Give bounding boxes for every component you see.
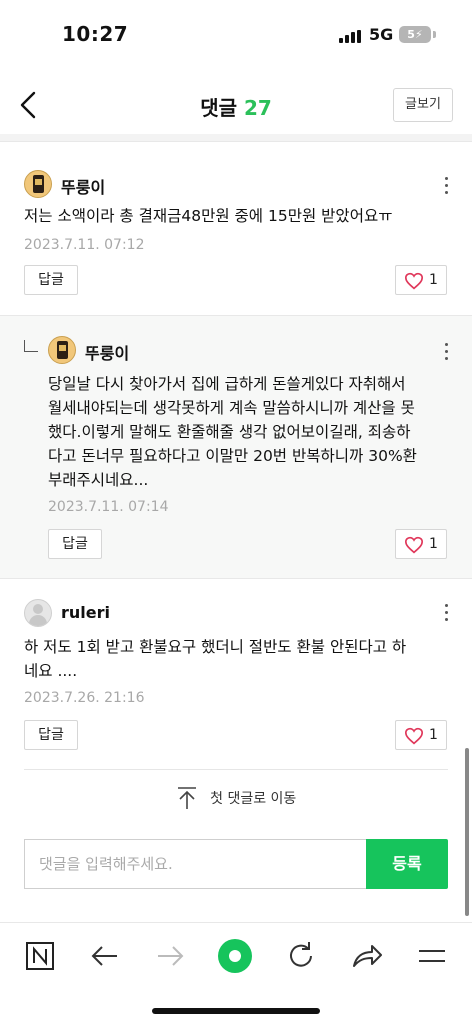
comment-text: 당일날 다시 찾아가서 집에 급하게 돈쓸게있다 자취해서 월세내야되는데 생각… <box>48 375 417 489</box>
naver-n-icon <box>26 942 54 970</box>
comments-header: 댓글 27 글보기 <box>0 76 472 134</box>
heart-icon <box>404 727 424 745</box>
reply-button[interactable]: 답글 <box>24 720 78 750</box>
comment-author[interactable]: ruleri <box>61 603 110 622</box>
comment-input[interactable] <box>24 839 366 889</box>
divider <box>24 769 448 770</box>
page-title-label: 댓글 <box>200 96 237 120</box>
arrow-up-icon <box>177 787 196 809</box>
battery-level: 5 <box>407 28 415 41</box>
avatar[interactable] <box>24 170 52 198</box>
comment-count: 27 <box>243 96 272 120</box>
home-indicator <box>152 1008 320 1014</box>
comment-author[interactable]: 뚜룽이 <box>61 174 105 198</box>
back-arrow-icon <box>91 946 117 966</box>
naver-home-button[interactable] <box>21 937 59 975</box>
default-avatar-icon[interactable] <box>24 599 52 627</box>
heart-icon <box>404 536 424 554</box>
like-button[interactable]: 1 <box>395 529 447 559</box>
battery-icon: 5⚡ <box>399 26 431 43</box>
green-dot-icon <box>218 939 252 973</box>
forward-nav-button[interactable] <box>151 937 189 975</box>
status-bar: 10:27 5G 5⚡ <box>0 0 472 70</box>
submit-button[interactable]: 등록 <box>366 839 448 889</box>
goto-first-label: 첫 댓글로 이동 <box>210 791 297 807</box>
browser-toolbar <box>0 922 472 988</box>
comment-date: 2023.7.26. 21:16 <box>24 690 145 706</box>
battery-cap <box>433 31 436 38</box>
header-divider <box>0 134 472 142</box>
like-count: 1 <box>429 727 438 743</box>
back-nav-button[interactable] <box>86 937 124 975</box>
comment-text: 저는 소액이라 총 결재금48만원 중에 15만원 받았어요ㅠ <box>24 207 393 225</box>
more-options-icon[interactable] <box>436 601 456 625</box>
comment-date: 2023.7.11. 07:14 <box>48 499 169 515</box>
network-type: 5G <box>369 25 394 44</box>
more-options-icon[interactable] <box>436 174 456 198</box>
share-button[interactable] <box>348 937 386 975</box>
signal-icon <box>339 30 361 43</box>
forward-arrow-icon <box>158 946 184 966</box>
menu-icon <box>419 950 445 962</box>
post-view-button[interactable]: 글보기 <box>393 88 453 122</box>
share-icon <box>353 945 382 967</box>
like-button[interactable]: 1 <box>395 720 447 750</box>
status-time: 10:27 <box>62 22 129 46</box>
like-count: 1 <box>429 272 438 288</box>
comment-author[interactable]: 뚜룽이 <box>85 340 129 364</box>
refresh-icon <box>290 942 312 967</box>
reply-comment-item: 뚜룽이 당일날 다시 찾아가서 집에 급하게 돈쓸게있다 자취해서 월세내야되는… <box>0 315 472 579</box>
goto-first-comment-button[interactable]: 첫 댓글로 이동 <box>0 786 472 812</box>
avatar[interactable] <box>48 336 76 364</box>
comment-item: 뚜룽이 저는 소액이라 총 결재금48만원 중에 15만원 받았어요ㅠ 2023… <box>0 160 472 315</box>
like-count: 1 <box>429 536 438 552</box>
like-button[interactable]: 1 <box>395 265 447 295</box>
refresh-button[interactable] <box>282 937 320 975</box>
menu-button[interactable] <box>413 937 451 975</box>
comment-item: ruleri 하 저도 1회 받고 환불요구 했더니 절반도 환불 안된다고 하… <box>0 579 472 769</box>
comment-text: 하 저도 1회 받고 환불요구 했더니 절반도 환불 안된다고 하 네요 ...… <box>24 638 407 680</box>
reply-button[interactable]: 답글 <box>24 265 78 295</box>
green-dot-button[interactable] <box>216 937 254 975</box>
reply-button[interactable]: 답글 <box>48 529 102 559</box>
more-options-icon[interactable] <box>436 340 456 364</box>
comment-date: 2023.7.11. 07:12 <box>24 237 145 253</box>
reply-arrow-icon <box>24 340 38 352</box>
heart-icon <box>404 272 424 290</box>
scrollbar[interactable] <box>465 748 469 916</box>
